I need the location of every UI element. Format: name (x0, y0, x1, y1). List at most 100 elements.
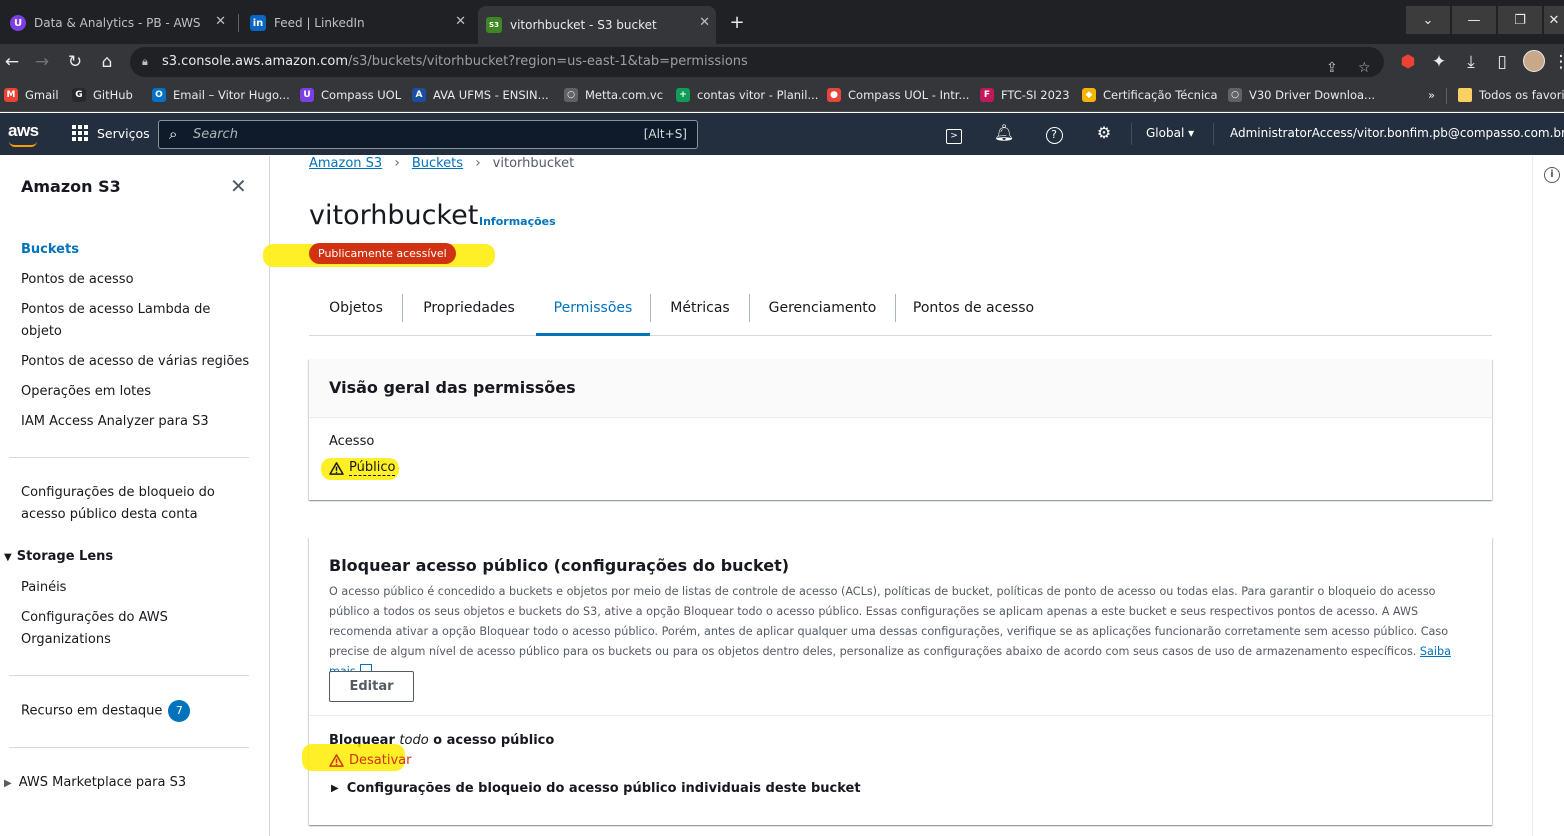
featured-label: Recurso em destaque (21, 703, 163, 719)
sidebar-item-multi-region-access-points[interactable]: Pontos de acesso de várias regiões (21, 351, 251, 373)
caret-right-icon: ▶ (4, 778, 12, 789)
sidebar-item-block-public-access-account[interactable]: Configurações de bloqueio do acesso públ… (21, 482, 221, 526)
sidebar-item-dashboards[interactable]: Painéis (21, 577, 251, 599)
aws-search-input[interactable]: ⌕ Search [Alt+S] (158, 120, 698, 149)
sidebar-item-batch-operations[interactable]: Operações em lotes (21, 381, 251, 403)
address-bar[interactable]: 🔒︎ s3.console.aws.amazon.com/s3/buckets/… (130, 47, 1384, 77)
individual-settings-label: Configurações de bloqueio do acesso públ… (346, 781, 861, 796)
warning-icon (329, 754, 344, 767)
bookmarks-overflow-chevron-icon[interactable]: » (1428, 88, 1435, 102)
bookmark-item[interactable]: O Email – Vitor Hugo... (152, 88, 290, 102)
bookmark-item[interactable]: U Compass UOL (300, 88, 401, 102)
other-bookmarks-folder[interactable]: Todos os favorit (1458, 88, 1564, 102)
bookmark-item[interactable]: F FTC-SI 2023 (980, 88, 1070, 102)
aws-logo[interactable]: aws (8, 121, 39, 147)
close-window-button[interactable]: ✕ (1544, 6, 1564, 34)
chevron-right-icon: › (394, 155, 400, 171)
browser-tab-s3[interactable]: S3 vitorhbucket - S3 bucket ✕ (478, 6, 716, 44)
extension-stop-icon[interactable]: ⬢ (1396, 50, 1420, 74)
browser-tab-linkedin[interactable]: in Feed | LinkedIn ✕ (242, 8, 472, 38)
download-icon[interactable]: ⤓ (1459, 50, 1483, 74)
s3-sidebar: Amazon S3 ✕ Buckets Pontos de acesso Pon… (0, 156, 270, 836)
restore-button[interactable]: ❐ (1498, 6, 1542, 34)
tab-access-points[interactable]: Pontos de acesso (896, 290, 1051, 336)
url-host: s3.console.aws.amazon.com (162, 54, 348, 69)
bookmark-item[interactable]: ○ Metta.com.vc (564, 88, 663, 102)
region-selector[interactable]: Global ▾ (1146, 126, 1194, 140)
sidebar-item-marketplace[interactable]: ▶ AWS Marketplace para S3 (4, 775, 186, 790)
bookmark-item[interactable]: M Gmail (4, 88, 59, 102)
account-menu[interactable]: AdministratorAccess/vitor.bonfim.pb@comp… (1230, 126, 1564, 140)
info-link[interactable]: Informações (479, 215, 556, 228)
info-icon[interactable]: i (1544, 167, 1560, 183)
tab-management[interactable]: Gerenciamento (750, 290, 895, 336)
bookmark-item[interactable]: ○ V30 Driver Downloa... (1228, 88, 1375, 102)
sidebar-item-lambda-access-points[interactable]: Pontos de acesso Lambda de objeto (21, 299, 221, 343)
home-icon[interactable]: ⌂ (95, 50, 119, 74)
tab-title: vitorhbucket - S3 bucket (510, 18, 657, 32)
bookmark-favicon-icon: G (72, 88, 86, 102)
tab-metrics[interactable]: Métricas (651, 290, 749, 336)
back-arrow-icon[interactable]: ← (0, 50, 24, 74)
panel-title: Visão geral das permissões (329, 378, 576, 397)
notifications-bell-icon[interactable]: 🔔︎ (993, 123, 1015, 142)
bookmark-label: AVA UFMS - ENSIN... (433, 88, 549, 102)
breadcrumb-amazon-s3[interactable]: Amazon S3 (309, 156, 382, 171)
aws-logo-text: aws (8, 121, 39, 140)
bookmark-label: Metta.com.vc (585, 88, 664, 102)
services-menu-button[interactable]: Serviços (72, 125, 150, 141)
block-all-post: o acesso público (428, 733, 555, 748)
sidebar-item-aws-organizations[interactable]: Configurações do AWS Organizations (21, 607, 181, 651)
browser-tab-strip: U Data & Analytics - PB - AWS 6/1 ✕ in F… (0, 0, 1564, 44)
bookmark-label: Compass UOL (321, 88, 402, 102)
block-public-access-description: O acesso público é concedido a buckets e… (329, 582, 1469, 682)
close-icon[interactable]: ✕ (455, 14, 466, 29)
forward-arrow-icon[interactable]: → (30, 50, 54, 74)
reload-icon[interactable]: ↻ (63, 50, 87, 74)
share-icon[interactable]: ⇪ (1326, 53, 1338, 83)
close-icon[interactable]: ✕ (699, 15, 710, 30)
sidebar-section-storage-lens[interactable]: ▼ Storage Lens (4, 549, 113, 564)
bookmark-item[interactable]: G GitHub (72, 88, 133, 102)
bookmark-item[interactable]: A AVA UFMS - ENSIN... (412, 88, 549, 102)
side-panel-icon[interactable]: ▯ (1490, 50, 1514, 74)
tab-search-chevron-icon[interactable]: ⌄ (1406, 6, 1450, 34)
browser-tab-compass[interactable]: U Data & Analytics - PB - AWS 6/1 ✕ (2, 8, 232, 38)
sidebar-item-featured[interactable]: Recurso em destaque 7 (21, 700, 251, 723)
star-icon[interactable]: ☆ (1358, 53, 1371, 83)
extensions-puzzle-icon[interactable]: ✦ (1427, 50, 1451, 74)
region-label: Global (1146, 126, 1185, 140)
cloudshell-icon[interactable]: > (943, 123, 965, 144)
settings-gear-icon[interactable]: ⚙ (1093, 123, 1115, 142)
sidebar-item-iam-access-analyzer[interactable]: IAM Access Analyzer para S3 (21, 411, 251, 433)
tab-permissions[interactable]: Permissões (536, 290, 650, 336)
close-icon[interactable]: ✕ (230, 174, 247, 198)
bookmark-item[interactable]: ◆ Certificação Técnica (1082, 88, 1218, 102)
tab-properties[interactable]: Propriedades (403, 290, 535, 336)
bookmark-item[interactable]: + contas vitor - Planil... (676, 88, 818, 102)
edit-button[interactable]: Editar (329, 671, 414, 702)
breadcrumb-buckets[interactable]: Buckets (412, 156, 463, 171)
access-value-text: Público (349, 460, 396, 476)
bookmarks-bar: M Gmail G GitHub O Email – Vitor Hugo... U Comp… (0, 80, 1564, 112)
minimize-button[interactable]: — (1452, 6, 1496, 34)
close-icon[interactable]: ✕ (215, 14, 226, 29)
help-panel-rail: i (1532, 156, 1564, 836)
profile-avatar-icon[interactable] (1522, 50, 1546, 74)
block-all-value-text: Desativar (349, 753, 412, 768)
access-value[interactable]: Público (329, 460, 396, 476)
bookmark-favicon-icon: A (412, 88, 426, 102)
tab-objects[interactable]: Objetos (309, 290, 403, 336)
breadcrumb-current: vitorhbucket (492, 155, 575, 171)
sidebar-item-buckets[interactable]: Buckets (21, 239, 251, 261)
sidebar-divider (9, 457, 249, 458)
menu-kebab-icon[interactable]: ⋮ (1549, 50, 1564, 74)
individual-settings-expander[interactable]: ▶ Configurações de bloqueio do acesso pú… (331, 781, 861, 796)
bookmark-label: contas vitor - Planil... (697, 88, 819, 102)
sidebar-item-access-points[interactable]: Pontos de acesso (21, 269, 251, 291)
help-icon[interactable]: ? (1043, 123, 1065, 144)
s3-favicon-icon: S3 (486, 17, 502, 33)
new-tab-button[interactable]: + (724, 12, 750, 33)
bookmark-item[interactable]: ● Compass UOL - Intr... (827, 88, 969, 102)
bookmarks-divider (1446, 88, 1447, 104)
